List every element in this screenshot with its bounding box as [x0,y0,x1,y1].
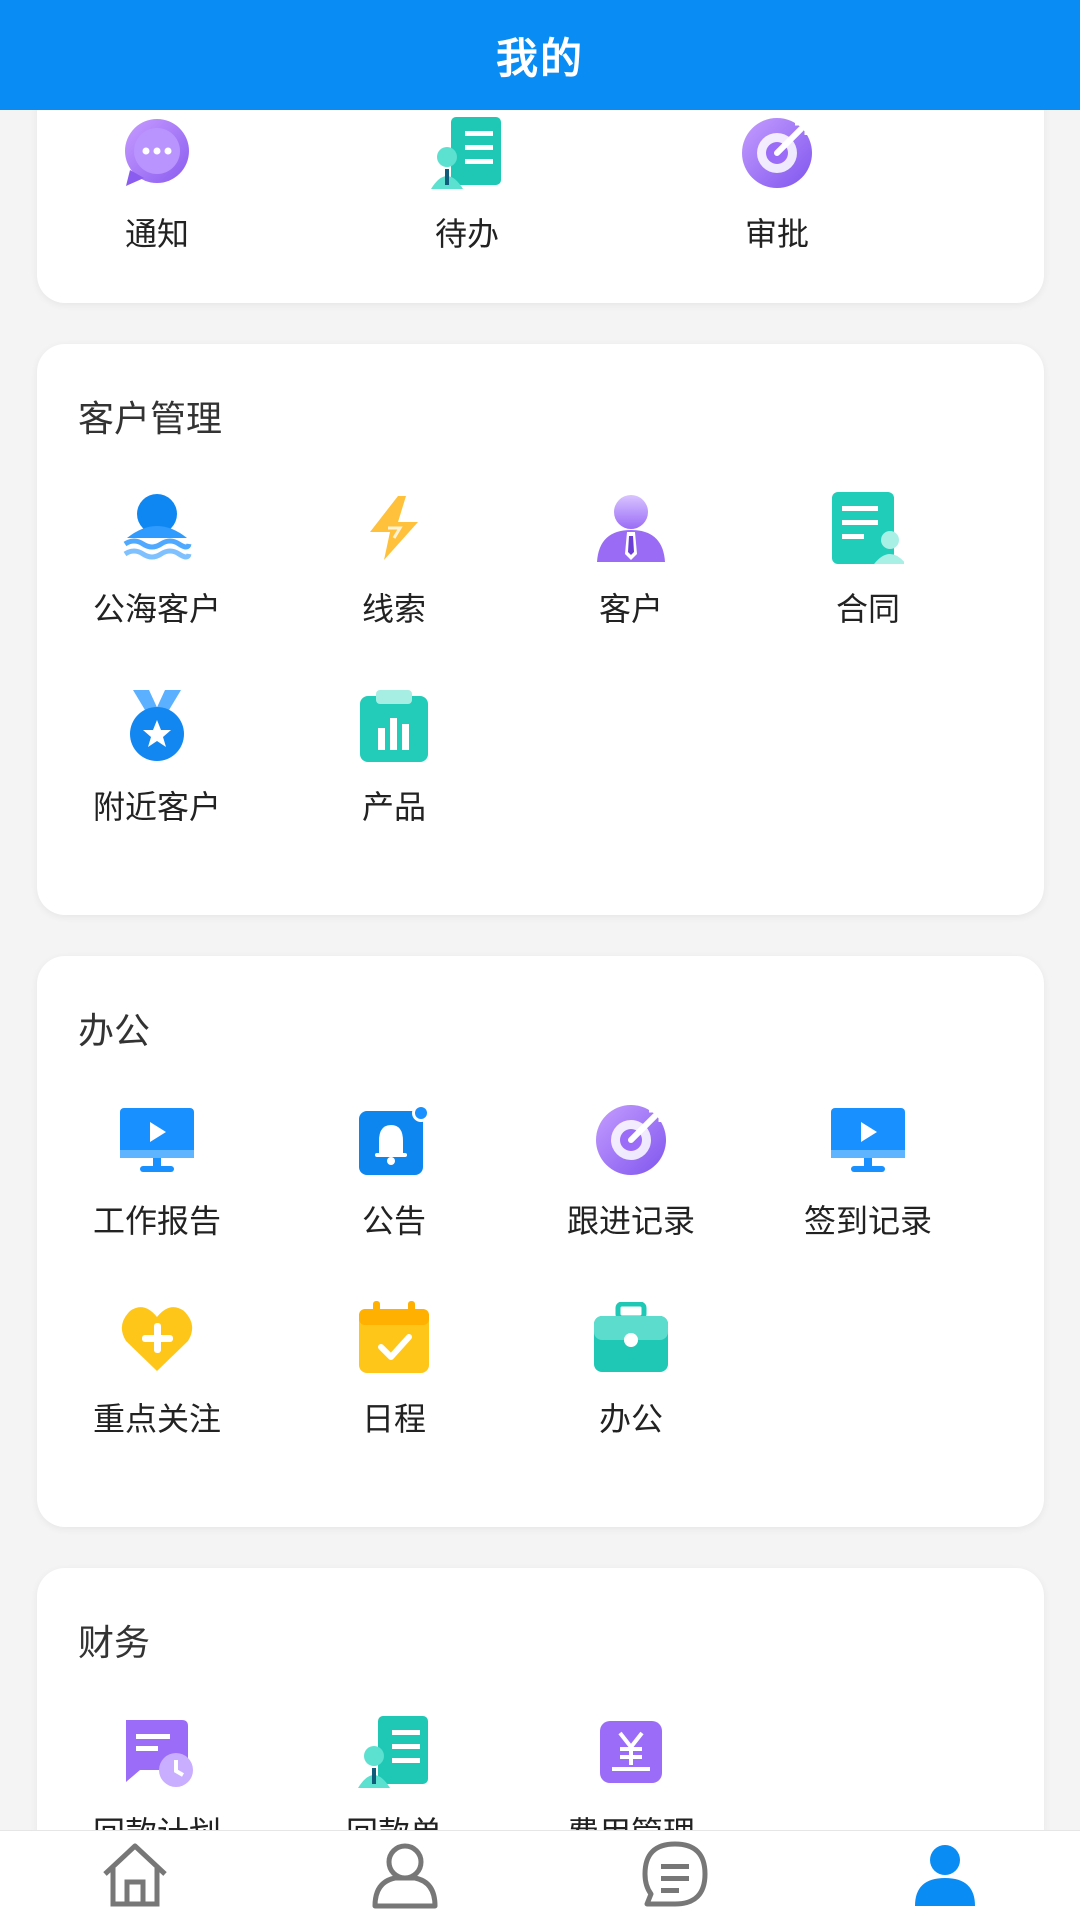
contract-icon [828,488,908,568]
tab-messages[interactable] [540,1831,810,1920]
work-report-item[interactable]: 工作报告 [37,1100,277,1270]
item-label: 回款计划 [93,1808,221,1830]
item-label: 客户 [598,590,663,628]
tab-home[interactable] [0,1831,270,1920]
item-label: 工作报告 [92,1202,221,1240]
expense-item[interactable]: 费用管理 [511,1712,751,1830]
monitor-play-icon [828,1100,908,1180]
receipt-list-icon [354,1712,434,1792]
follow-up-item[interactable]: 跟进记录 [511,1100,751,1270]
tab-mine[interactable] [810,1831,1080,1920]
public-customer-item[interactable]: 公海客户 [37,488,277,658]
lead-item[interactable]: 线索 [274,488,514,658]
item-label: 附近客户 [92,788,221,826]
item-label: 跟进记录 [566,1202,695,1240]
briefcase-icon [591,1298,671,1378]
payment-plan-icon [117,1712,197,1792]
item-label: 合同 [835,590,900,628]
lightning-icon [354,488,434,568]
item-label: 回款单 [346,1808,442,1830]
product-item[interactable]: 产品 [274,686,514,856]
item-label: 通知 [124,215,189,253]
bottom-tab-bar [0,1830,1080,1920]
nearby-customer-item[interactable]: 附近客户 [37,686,277,856]
checkin-record-item[interactable]: 签到记录 [748,1100,988,1270]
message-icon [639,1838,711,1914]
quick-card: 通知 待办 审批 [37,110,1044,303]
page-title: 我的 [495,33,584,83]
item-label: 公海客户 [92,590,221,628]
item-label: 费用管理 [567,1808,695,1830]
chat-bubble-icon [117,113,197,193]
item-label: 公告 [361,1202,426,1240]
item-label: 办公 [598,1400,663,1438]
office-item[interactable]: 办公 [511,1298,751,1468]
item-label: 签到记录 [803,1202,932,1240]
target-icon [737,113,817,193]
section-title: 财务 [78,1623,151,1664]
item-label: 重点关注 [92,1400,221,1438]
top-bar: 我的 [0,0,1080,110]
approval-item[interactable]: 审批 [657,113,897,283]
calendar-check-icon [354,1298,434,1378]
monitor-play-icon [117,1100,197,1180]
public-sea-customer-icon [117,488,197,568]
tab-contacts[interactable] [270,1831,540,1920]
todo-list-icon [427,113,507,193]
customer-card: 客户管理 公海客户 线索 客户 合同 附近客户 产品 [37,344,1044,915]
home-icon [99,1840,171,1912]
todo-item[interactable]: 待办 [347,113,587,283]
payment-plan-item[interactable]: 回款计划 [37,1712,277,1830]
receipt-item[interactable]: 回款单 [274,1712,514,1830]
person-icon [369,1838,441,1914]
medal-icon [117,686,197,766]
customer-icon [591,488,671,568]
section-title: 办公 [78,1011,151,1052]
contract-item[interactable]: 合同 [748,488,988,658]
yuan-icon [591,1712,671,1792]
finance-card: 财务 回款计划 回款单 费用管理 [37,1568,1044,1830]
notice-item[interactable]: 通知 [37,113,277,283]
target-icon [591,1100,671,1180]
key-focus-item[interactable]: 重点关注 [37,1298,277,1468]
user-icon [913,1842,977,1910]
content-scroll[interactable]: 通知 待办 审批 客户管理 公海客户 线索 客户 合同 附近客户 产品 办公 工… [0,110,1080,1830]
item-label: 审批 [744,215,809,253]
bell-icon [354,1100,434,1180]
schedule-item[interactable]: 日程 [274,1298,514,1468]
item-label: 线索 [361,590,426,628]
item-label: 日程 [361,1400,426,1438]
customer-item[interactable]: 客户 [511,488,751,658]
heart-plus-icon [117,1298,197,1378]
office-card: 办公 工作报告 公告 跟进记录 签到记录 重点关注 日程 办公 [37,956,1044,1527]
item-label: 产品 [361,788,426,826]
product-chart-icon [354,686,434,766]
item-label: 待办 [434,215,499,253]
announcement-item[interactable]: 公告 [274,1100,514,1270]
section-title: 客户管理 [78,399,223,440]
